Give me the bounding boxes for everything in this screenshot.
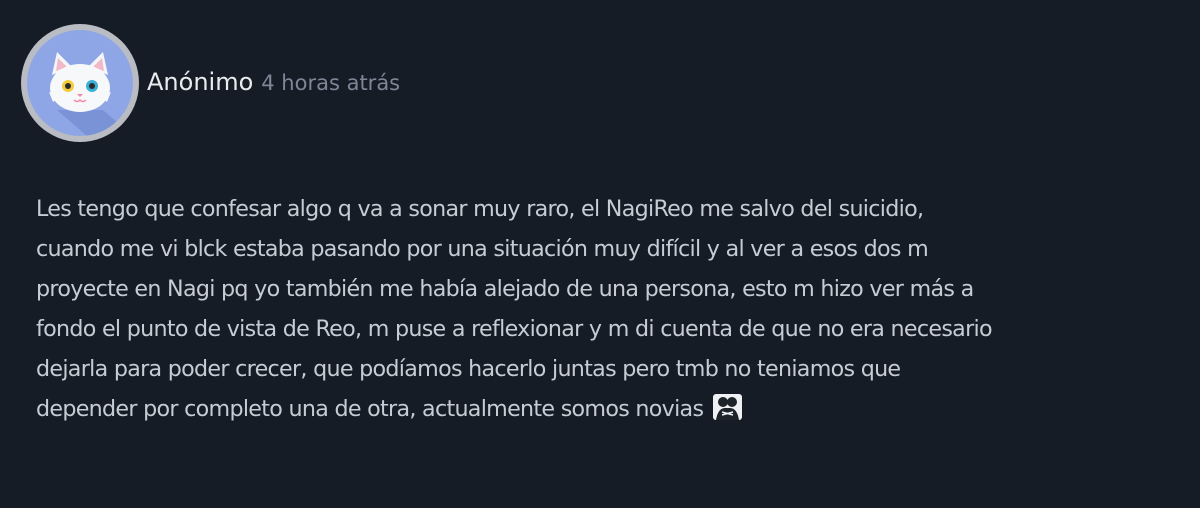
avatar[interactable] — [21, 24, 139, 142]
people-hugging-icon — [712, 393, 743, 421]
post-body-line: dejarla para poder crecer, que podíamos … — [36, 356, 901, 382]
post-body-line: proyecte en Nagi pq yo también me había … — [36, 276, 974, 302]
anonymous-post: Anónimo 4 horas atrás Les tengo que conf… — [0, 0, 1200, 508]
post-body: Les tengo que confesar algo q va a sonar… — [36, 189, 1186, 429]
post-header: Anónimo 4 horas atrás — [147, 64, 400, 101]
post-body-last-line: depender por completo una de otra, actua… — [36, 389, 1186, 429]
post-body-line: Les tengo que confesar algo q va a sonar… — [36, 196, 924, 222]
post-body-line: depender por completo una de otra, actua… — [36, 396, 704, 422]
author-name[interactable]: Anónimo — [147, 64, 253, 100]
post-body-line: fondo el punto de vista de Reo, m puse a… — [36, 316, 993, 342]
post-timestamp: 4 horas atrás — [261, 71, 401, 95]
white-cat-avatar-icon — [27, 30, 133, 136]
post-body-line: cuando me vi blck estaba pasando por una… — [36, 236, 929, 262]
